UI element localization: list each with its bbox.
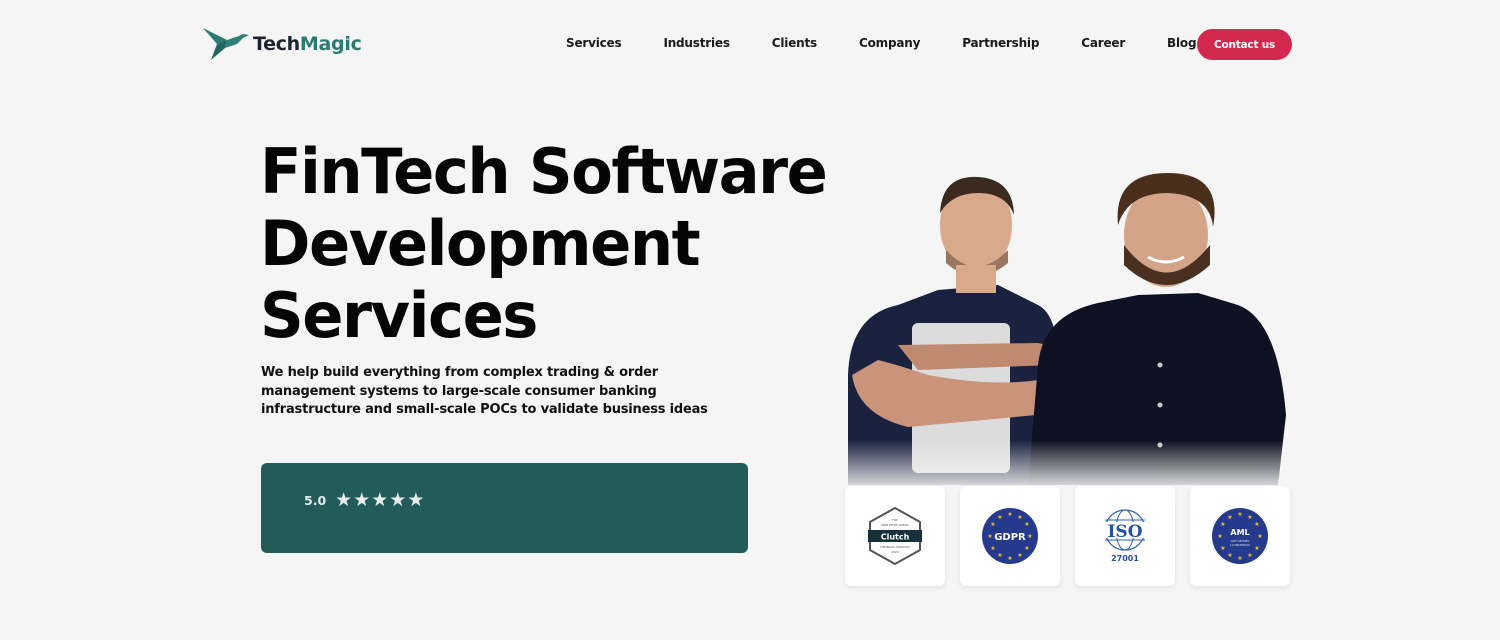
badge-iso[interactable]: ISO 27001 [1075, 486, 1175, 586]
nav-industries[interactable]: Industries [663, 36, 730, 50]
svg-text:★: ★ [1007, 511, 1012, 518]
aml-badge-icon: ★ ★★★ ★★★★ ★★★★ AML ANTI-MONEY LAUNDERING [1212, 508, 1268, 564]
clutch-label: Clutch [881, 533, 910, 542]
iso-label: ISO [1107, 522, 1142, 542]
svg-text:LAUNDERING: LAUNDERING [1230, 543, 1251, 547]
badge-gdpr[interactable]: ★ ★ ★ ★ ★ ★ ★ ★ ★ ★ ★ ★ GDPR [960, 486, 1060, 586]
svg-text:★: ★ [1254, 521, 1259, 528]
person-left [848, 176, 1063, 485]
clutch-badge-icon: Clutch TOP WEB DEVELOPERS FINANCIAL SERV… [868, 506, 922, 566]
svg-text:★: ★ [997, 514, 1002, 521]
badge-clutch[interactable]: Clutch TOP WEB DEVELOPERS FINANCIAL SERV… [845, 486, 945, 586]
svg-text:★: ★ [990, 545, 995, 552]
svg-text:★: ★ [1220, 521, 1225, 528]
main-nav: Services Industries Clients Company Part… [566, 36, 1238, 50]
nav-partnership[interactable]: Partnership [962, 36, 1039, 50]
hummingbird-logo-icon [203, 28, 249, 60]
hero-subtitle: We help build everything from complex tr… [261, 365, 708, 417]
person-right [1028, 173, 1286, 485]
star-icon: ★ [335, 490, 353, 511]
photo-fade [838, 440, 1293, 490]
svg-text:TOP: TOP [891, 518, 898, 522]
certification-badges: Clutch TOP WEB DEVELOPERS FINANCIAL SERV… [845, 486, 1290, 586]
svg-text:★: ★ [997, 552, 1002, 559]
aml-label: AML [1230, 528, 1249, 537]
svg-text:★: ★ [1024, 521, 1029, 528]
page: TechMagic Services Industries Clients Co… [0, 0, 1500, 640]
hero-title: FinTech Software Development Services [260, 135, 828, 352]
nav-clients[interactable]: Clients [772, 36, 817, 50]
rating-row: 5.0 ★ ★ ★ ★ ★ [304, 491, 424, 510]
logo-text-magic: Magic [299, 33, 362, 55]
svg-text:★: ★ [1254, 545, 1259, 552]
star-icon: ★ [371, 490, 389, 511]
svg-text:★: ★ [1024, 545, 1029, 552]
star-icon: ★ [407, 490, 425, 511]
logo-text-tech: Tech [253, 33, 300, 55]
nav-company[interactable]: Company [859, 36, 920, 50]
hero-title-line: Development [260, 207, 701, 280]
svg-text:★: ★ [1247, 552, 1252, 559]
svg-text:★: ★ [990, 521, 995, 528]
iso-badge-icon: ISO 27001 [1097, 509, 1153, 563]
svg-text:★: ★ [1257, 533, 1262, 540]
svg-text:★: ★ [1017, 552, 1022, 559]
svg-text:★: ★ [1220, 545, 1225, 552]
iso-number: 27001 [1111, 554, 1139, 563]
contact-us-button[interactable]: Contact us [1197, 29, 1292, 60]
svg-text:★: ★ [1247, 514, 1252, 521]
gdpr-badge-icon: ★ ★★★ ★★★★ ★★★★ GDPR [982, 508, 1038, 564]
svg-text:★: ★ [1007, 555, 1012, 562]
nav-career[interactable]: Career [1081, 36, 1125, 50]
svg-text:★: ★ [1027, 533, 1032, 540]
badge-aml[interactable]: ★ ★ ★ ★ ★ ★ ★ ★ ★ ★ ★ ★ AML ANTI-MONEY LAUNDERING [1190, 486, 1290, 586]
svg-text:★: ★ [1227, 552, 1232, 559]
hero-title-line: Services [260, 279, 538, 352]
svg-text:★: ★ [1237, 555, 1242, 562]
rating-value: 5.0 [304, 493, 327, 508]
svg-text:FINANCIAL SERVICES: FINANCIAL SERVICES [880, 545, 909, 549]
svg-text:2023: 2023 [891, 550, 898, 554]
nav-services[interactable]: Services [566, 36, 622, 50]
star-icon: ★ [389, 490, 407, 511]
svg-text:★: ★ [1217, 533, 1222, 540]
rating-card[interactable]: 5.0 ★ ★ ★ ★ ★ [261, 463, 748, 553]
star-icon: ★ [353, 490, 371, 511]
svg-text:★: ★ [1237, 511, 1242, 518]
svg-text:★: ★ [1227, 514, 1232, 521]
svg-text:★: ★ [987, 533, 992, 540]
nav-blog[interactable]: Blog [1167, 36, 1196, 50]
rating-stars: ★ ★ ★ ★ ★ [335, 491, 424, 510]
techmagic-logo[interactable]: TechMagic [203, 26, 362, 62]
hero-title-line: FinTech Software [260, 135, 828, 208]
svg-text:WEB DEVELOPERS: WEB DEVELOPERS [881, 523, 909, 527]
svg-text:★: ★ [1017, 514, 1022, 521]
gdpr-label: GDPR [994, 532, 1026, 543]
